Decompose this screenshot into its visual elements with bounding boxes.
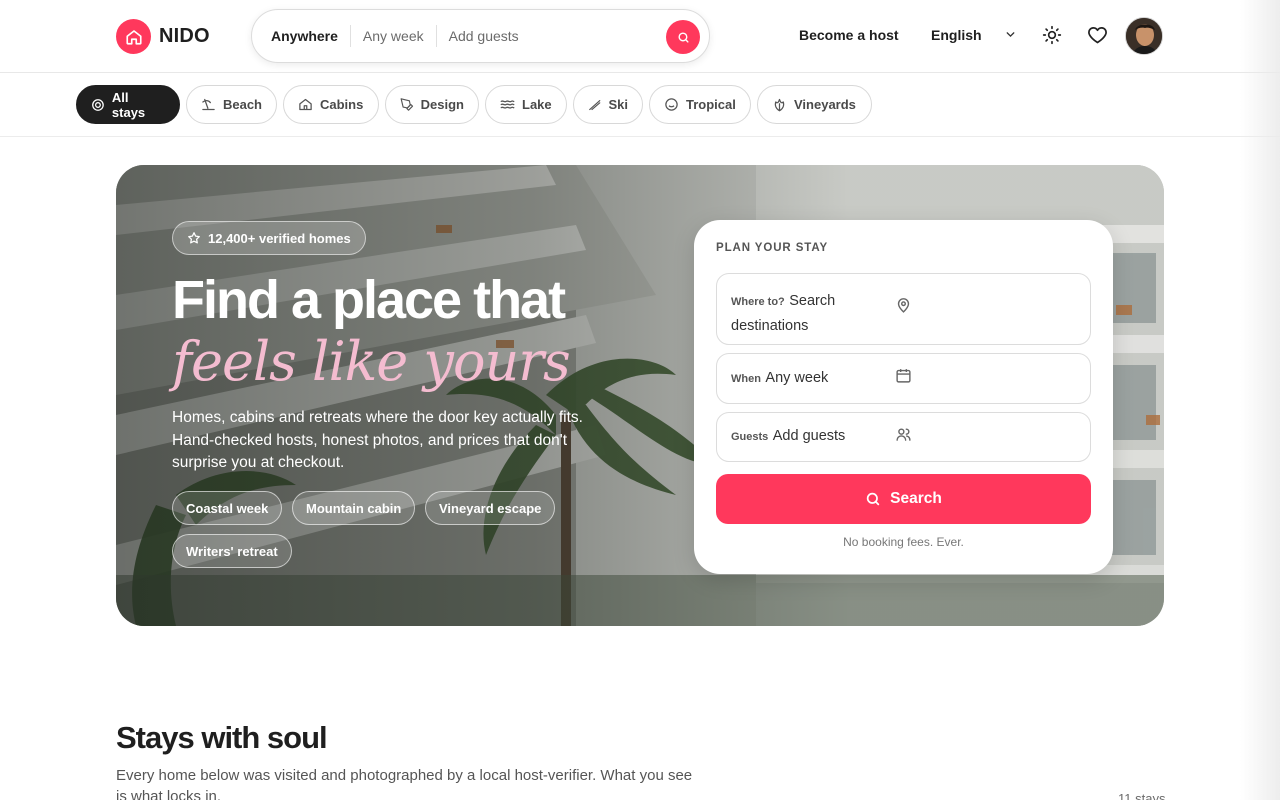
category-tropical[interactable]: Tropical [649,85,751,124]
category-label: Beach [222,97,262,112]
top-header: NIDO Anywhere Any week Add guests Become… [0,0,1280,73]
ski-icon [589,100,601,111]
hero-title-line1: Find a place that [172,270,566,330]
when-field[interactable]: When Any week [716,353,1091,404]
house-icon [299,98,312,111]
tag-mountain-cabin[interactable]: Mountain cabin [292,491,416,525]
category-beach[interactable]: Beach [186,85,277,124]
star-icon [188,232,200,244]
category-bar: All stays Beach Cabins Design Lake Ski T… [0,73,1280,137]
tag-vineyard-escape[interactable]: Vineyard escape [425,491,556,525]
badge-label: 12,400+ verified homes [208,230,351,246]
guests-placeholder: Add guests [772,428,846,444]
plan-your-stay-card: PLAN YOUR STAY Where to? Search destinat… [694,220,1113,574]
calendar-icon [895,367,912,389]
category-label: Design [420,97,464,112]
users-icon [895,426,912,448]
tag-coastal-week[interactable]: Coastal week [172,491,283,525]
plan-heading: PLAN YOUR STAY [716,242,829,254]
category-label: Ski [608,97,628,112]
guests-text: Guests Add guests [731,427,845,445]
category-label: Tropical [686,97,736,112]
where-label: Where to? [731,296,785,308]
hero-description: Homes, cabins and retreats where the doo… [172,409,583,471]
avatar[interactable] [1125,17,1163,55]
category-ski[interactable]: Ski [573,85,643,124]
sun-icon[interactable] [1042,25,1062,50]
category-all-stays[interactable]: All stays [76,85,180,124]
category-design[interactable]: Design [385,85,479,124]
tag-writers-retreat[interactable]: Writers' retreat [172,534,292,568]
grape-leaf-icon [774,98,785,112]
category-cabins[interactable]: Cabins [283,85,379,124]
guests-field[interactable]: Guests Add guests [716,412,1091,462]
language-select[interactable]: English [931,27,982,43]
tropical-icon [665,98,678,111]
when-value: Any week [765,370,829,386]
map-pin-icon [895,297,912,319]
beach-icon [202,98,215,111]
become-host-link[interactable]: Become a host [799,27,899,43]
heart-icon[interactable] [1087,25,1108,51]
target-icon [92,98,104,111]
guests-label: Guests [731,431,769,443]
chevron-down-icon[interactable] [1004,28,1017,46]
category-lake[interactable]: Lake [485,85,567,124]
category-vineyards[interactable]: Vineyards [757,85,872,124]
no-fees-note: No booking fees. Ever. [843,535,964,549]
category-label: Cabins [320,97,364,112]
search-button-label: Search [890,490,942,507]
category-label: Vineyards [794,97,856,112]
hero-title-line2: feels like yours [172,330,571,393]
category-label: Lake [522,97,552,112]
section-description: Every home below was visited and photogr… [116,767,693,800]
search-icon [866,492,880,506]
category-label: All stays [111,89,146,120]
pen-tool-icon [400,98,414,111]
verified-homes-badge: 12,400+ verified homes [172,221,366,255]
where-field[interactable]: Where to? Search destinations [716,273,1091,345]
where-text: Where to? Search destinations [731,289,896,338]
stays-count: 11 stays [1118,791,1166,800]
waves-icon [500,100,515,109]
when-label: When [731,373,761,385]
hero-banner: 12,400+ verified homes Find a place that… [116,165,1164,626]
plan-search-button[interactable]: Search [716,474,1091,524]
section-title: Stays with soul [116,720,328,755]
header-actions: Become a host English [0,16,1280,56]
when-text: When Any week [731,369,828,387]
